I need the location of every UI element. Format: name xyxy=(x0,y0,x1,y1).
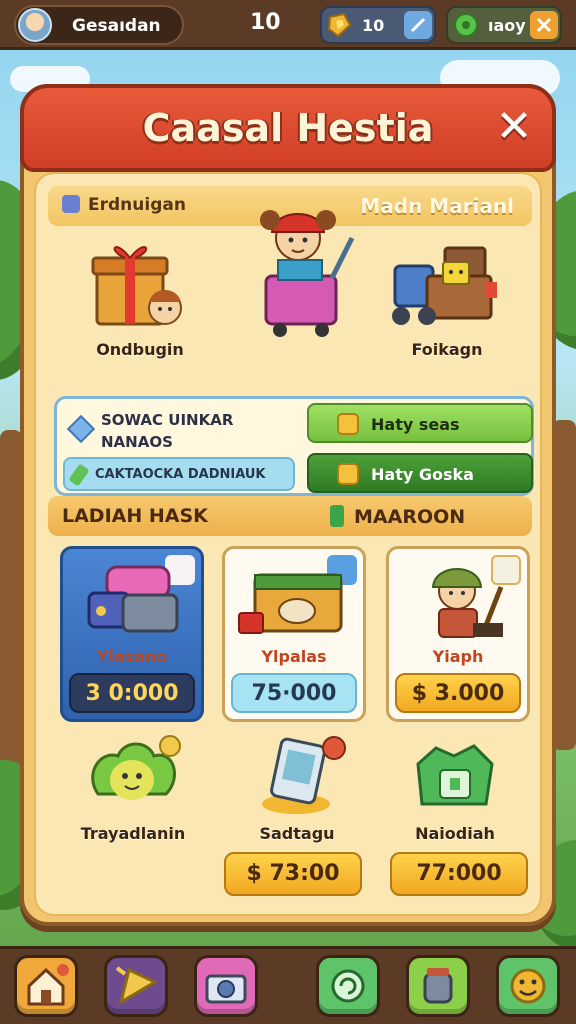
coin-icon xyxy=(337,463,359,485)
refresh-icon xyxy=(331,969,365,1003)
coin-icon xyxy=(337,413,359,435)
house-price-button[interactable]: 77:000 xyxy=(390,852,528,896)
section-1-left: Erdnuigan xyxy=(62,195,186,215)
treasure-chest-icon xyxy=(238,573,343,634)
bonus-line-1: SOWAC UINKAR xyxy=(101,411,234,429)
green-house-icon xyxy=(416,744,494,806)
bonus-description: SOWAC UINKAR NANAOS xyxy=(101,409,233,453)
card-3-label: Yiaph xyxy=(432,647,484,666)
shop-item-bush[interactable]: Trayadlanin xyxy=(58,734,208,843)
item-gift-box-label: Ondbugin xyxy=(96,340,184,359)
panel-header: Caasal Hestia ✕ xyxy=(20,84,556,172)
device-price-button[interactable]: $ 73:00 xyxy=(224,852,362,896)
close-button[interactable]: ✕ xyxy=(490,104,538,152)
section-2-right-label: MAAROON xyxy=(354,506,466,528)
item-machine[interactable]: Foikagn xyxy=(382,236,512,359)
section-header-2: LADIAH HASK MAAROON xyxy=(48,496,532,536)
item-machine-label: Foikagn xyxy=(411,340,483,359)
avatar[interactable] xyxy=(18,8,52,42)
section-1-right-label: Madn Marianl xyxy=(360,194,514,218)
camera-icon xyxy=(205,974,247,1004)
gold-coin-icon xyxy=(327,12,352,38)
gem-counter: ıaoy xyxy=(446,6,562,44)
card-1-label: Ylasano xyxy=(96,647,168,666)
bonus-line-2: NANAOS xyxy=(101,433,173,451)
section-1-left-label: Erdnuigan xyxy=(88,195,186,215)
gold-value: 10 xyxy=(362,16,385,35)
profile-badge[interactable]: Gesaıdan xyxy=(14,5,184,45)
bonus-progress-bar[interactable]: CAKTAOCKA DADNIAUK xyxy=(63,457,295,491)
close-icon: ✕ xyxy=(495,101,533,152)
profile-name: Gesaıdan xyxy=(72,16,161,36)
worker-character-icon xyxy=(431,568,504,638)
bottom-nav xyxy=(0,946,576,1024)
card-1-price[interactable]: 3 0:000 xyxy=(69,673,195,713)
add-gems-button[interactable] xyxy=(530,11,558,39)
buy-button-light[interactable]: Haty seas xyxy=(307,403,533,443)
card-3-price[interactable]: $ 3.000 xyxy=(395,673,521,713)
diamond-icon xyxy=(66,414,96,444)
bush-creature-icon xyxy=(91,735,181,800)
buy-button-dark[interactable]: Haty Goska xyxy=(307,453,533,493)
device-item-label: Sadtagu xyxy=(259,824,335,843)
section-2-left-label: LADIAH HASK xyxy=(62,505,208,527)
nav-refresh-button[interactable] xyxy=(316,955,380,1017)
smile-icon xyxy=(510,968,546,1004)
card-2-price[interactable]: 75·000 xyxy=(231,673,357,713)
shop-item-house[interactable]: Naiodiah xyxy=(380,734,530,843)
flag-icon xyxy=(330,505,344,527)
player-level: 10 xyxy=(250,10,281,35)
nav-jar-button[interactable] xyxy=(406,955,470,1017)
tree-trunk xyxy=(0,430,22,770)
nav-smile-button[interactable] xyxy=(496,955,560,1017)
buy-button-light-label: Haty seas xyxy=(371,415,460,434)
box-icon xyxy=(62,195,80,213)
shop-card-3[interactable]: Yiaph $ 3.000 xyxy=(386,546,530,722)
card-2-label: Ylpalas xyxy=(261,647,327,666)
item-character-cart[interactable] xyxy=(240,194,360,358)
gift-box-icon xyxy=(91,246,182,326)
nav-home-button[interactable] xyxy=(14,955,78,1017)
fabric-rolls-icon xyxy=(87,565,179,633)
nav-camera-button[interactable] xyxy=(194,955,258,1017)
panel-title: Caasal Hestia xyxy=(142,106,434,150)
shop-card-2[interactable]: Ylpalas 75·000 xyxy=(222,546,366,722)
home-icon xyxy=(27,964,69,1006)
tablet-device-icon xyxy=(262,736,346,814)
cross-icon xyxy=(410,17,426,33)
close-icon xyxy=(536,17,552,33)
shop-card-1[interactable]: Ylasano 3 0:000 xyxy=(60,546,204,722)
item-gift-box[interactable]: Ondbugin xyxy=(80,236,200,359)
add-gold-button[interactable] xyxy=(404,11,432,39)
shop-panel: Caasal Hestia ✕ Erdnuigan Madn Marianl O… xyxy=(20,84,556,926)
bush-item-label: Trayadlanin xyxy=(80,824,186,843)
shop-item-device[interactable]: Sadtagu xyxy=(222,734,372,843)
character-cart-icon xyxy=(260,210,355,337)
house-item-label: Naiodiah xyxy=(415,824,495,843)
pencil-icon xyxy=(68,463,90,487)
bonus-bar-text: CAKTAOCKA DADNIAUK xyxy=(95,467,266,482)
gold-counter: 10 xyxy=(320,6,436,44)
machine-icon xyxy=(392,246,497,325)
panel-content: Erdnuigan Madn Marianl Ondbugin Foikagn … xyxy=(34,172,542,916)
gems-value: ıaoy xyxy=(488,16,526,35)
buy-button-dark-label: Haty Goska xyxy=(371,465,474,484)
section-2-right: MAAROON xyxy=(330,505,465,528)
gear-gem-icon xyxy=(454,13,478,37)
top-bar: Gesaıdan 10 10 ıaoy xyxy=(0,0,576,50)
flag-icon xyxy=(115,966,159,1006)
jar-icon xyxy=(423,968,453,1004)
bonus-offer-box: SOWAC UINKAR NANAOS CAKTAOCKA DADNIAUK H… xyxy=(54,396,534,496)
nav-flag-button[interactable] xyxy=(104,955,168,1017)
